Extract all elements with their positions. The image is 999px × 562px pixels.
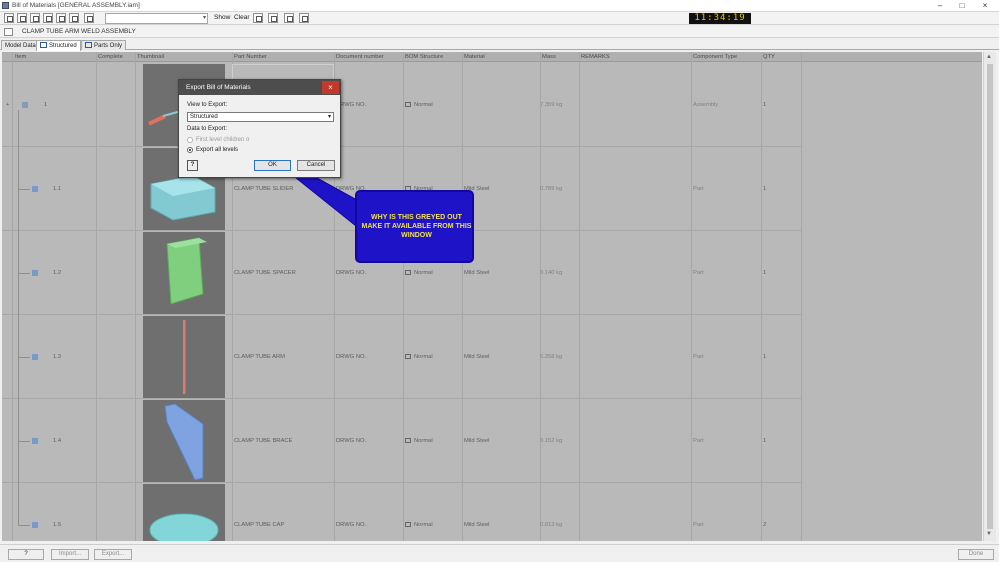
annotation-pointer (249, 140, 367, 227)
chevron-down-icon: ▾ (327, 114, 331, 120)
annotation-text: WHY IS THIS GREYED OUT MAKE IT AVAILABLE… (361, 214, 472, 239)
dialog-help-button[interactable]: ? (187, 160, 198, 171)
dialog-title-bar[interactable]: Export Bill of Materials × (179, 80, 340, 95)
dialog-title: Export Bill of Materials (186, 84, 251, 91)
view-to-export-value: Structured (190, 114, 218, 120)
view-to-export-select[interactable]: Structured ▾ (187, 112, 334, 122)
ok-button[interactable]: OK (254, 160, 291, 171)
view-to-export-label: View to Export: (187, 102, 228, 108)
first-level-radio[interactable] (187, 137, 193, 143)
all-levels-label: Export all levels (196, 147, 239, 153)
export-bom-dialog: Export Bill of Materials × View to Expor… (178, 79, 341, 178)
all-levels-radio[interactable] (187, 147, 193, 153)
dialog-close-button[interactable]: × (322, 81, 339, 94)
cancel-button[interactable]: Cancel (297, 160, 335, 171)
annotation-callout: WHY IS THIS GREYED OUT MAKE IT AVAILABLE… (355, 190, 474, 263)
first-level-label: First level children o (196, 137, 250, 143)
data-to-export-label: Data to Export: (187, 126, 228, 132)
